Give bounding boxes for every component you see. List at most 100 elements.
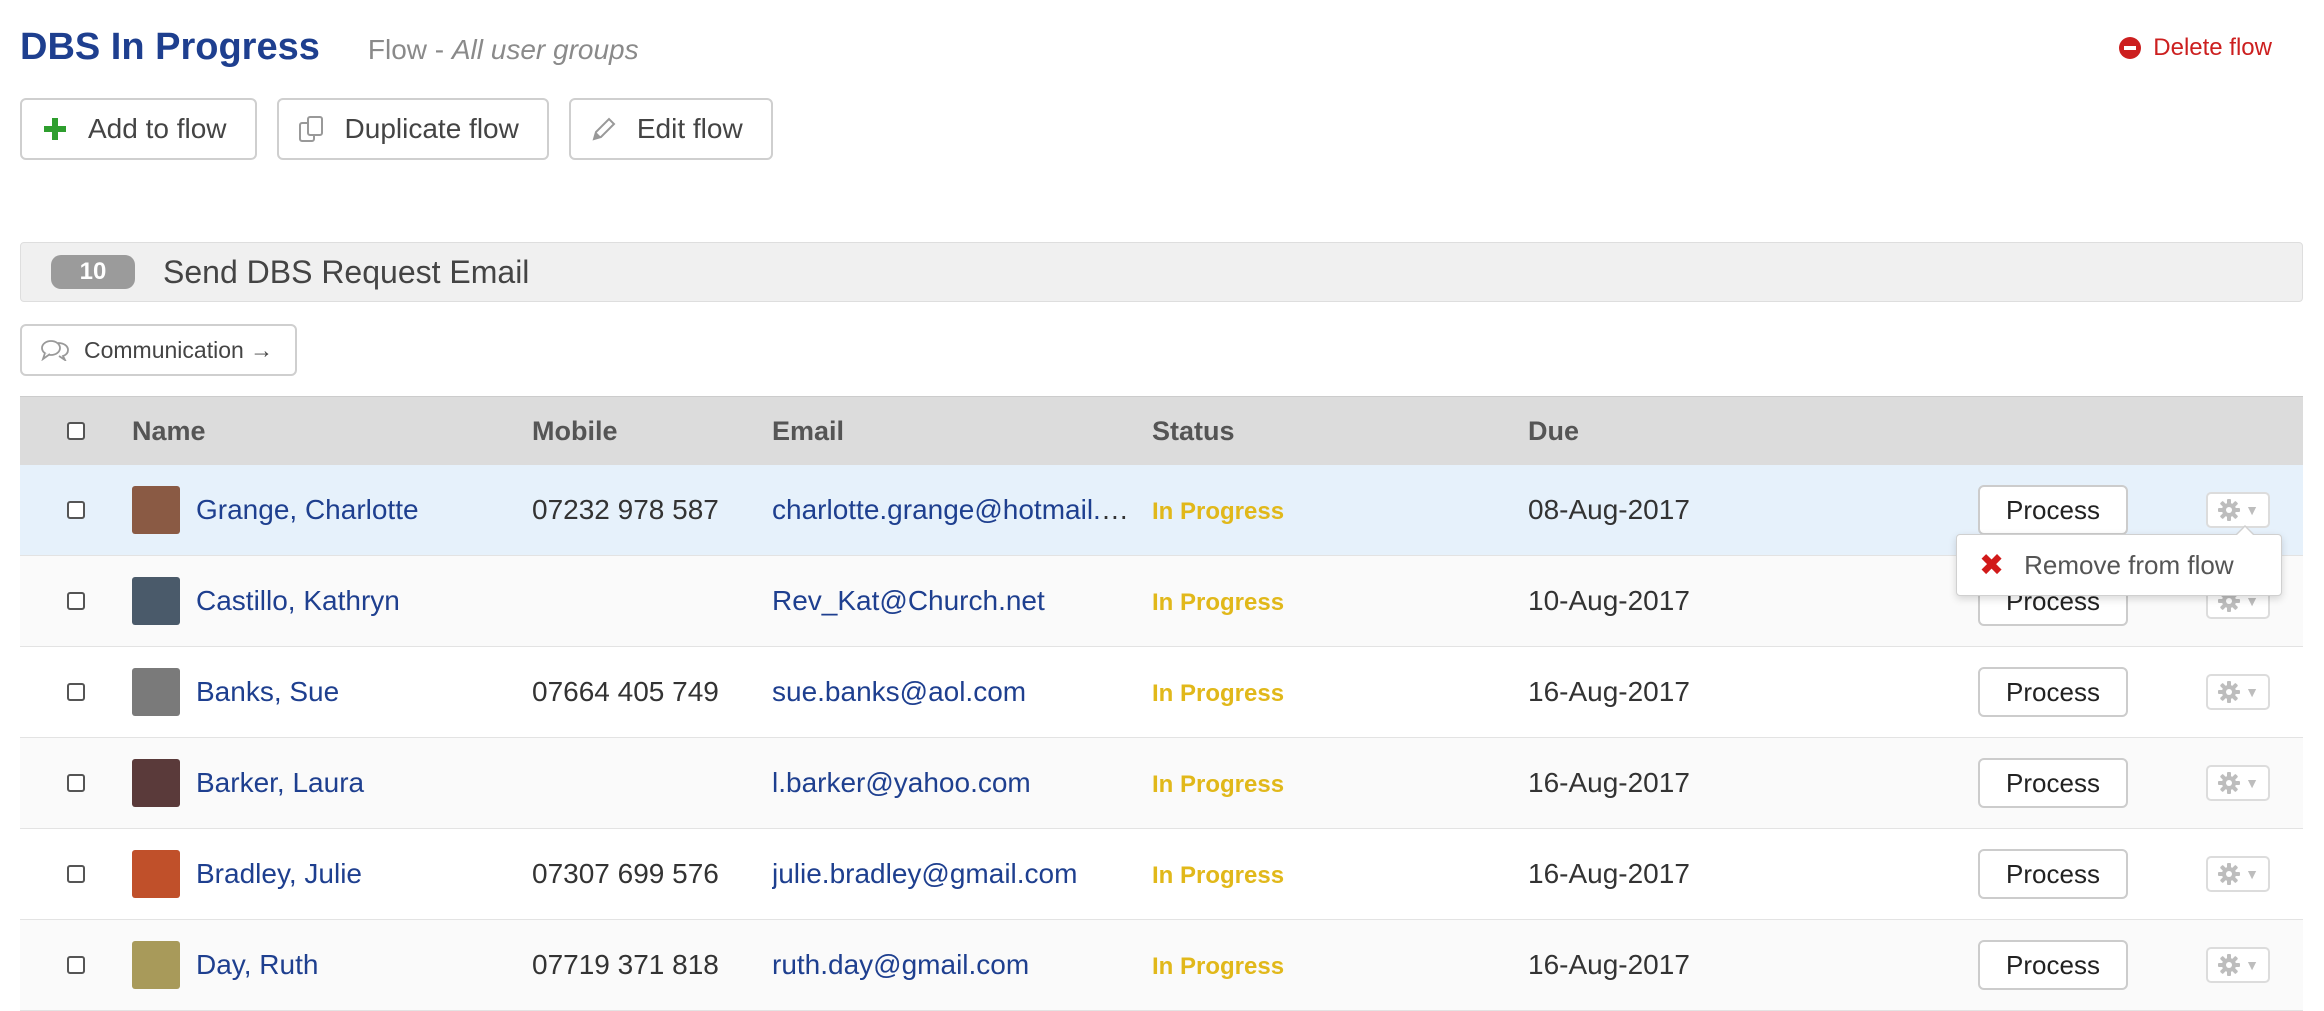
row-actions-dropdown[interactable]: ▼ — [2206, 856, 2270, 892]
person-name-link[interactable]: Barker, Laura — [196, 767, 364, 799]
delete-flow-link[interactable]: Delete flow — [2119, 34, 2272, 62]
process-cell: Process — [1978, 940, 2188, 990]
select-all-cell — [20, 422, 132, 440]
delete-flow-label: Delete flow — [2153, 34, 2272, 61]
column-header-mobile[interactable]: Mobile — [532, 416, 772, 447]
remove-from-flow-menu-item[interactable]: ✖ Remove from flow — [1956, 525, 2282, 596]
pencil-icon — [589, 114, 619, 144]
email-link[interactable]: sue.banks@aol.com — [772, 676, 1026, 707]
due-date-cell: 16-Aug-2017 — [1528, 767, 1690, 798]
chevron-down-icon: ▼ — [2245, 957, 2259, 973]
person-name-link[interactable]: Grange, Charlotte — [196, 494, 419, 526]
name-cell: Day, Ruth — [132, 941, 532, 989]
status-cell: In Progress — [1152, 676, 1528, 708]
status-badge: In Progress — [1152, 498, 1285, 525]
step-title: Send DBS Request Email — [163, 253, 530, 290]
row-select-cell — [20, 956, 132, 974]
chevron-down-icon: ▼ — [2245, 866, 2259, 882]
process-button[interactable]: Process — [1978, 758, 2128, 808]
edit-flow-button[interactable]: Edit flow — [568, 98, 773, 160]
row-actions-cell: ▼ — [2188, 765, 2288, 801]
minus-circle-icon — [2119, 37, 2142, 59]
select-all-checkbox[interactable] — [67, 422, 85, 440]
process-cell: Process — [1978, 667, 2188, 717]
person-name-link[interactable]: Banks, Sue — [196, 676, 339, 708]
add-to-flow-label: Add to flow — [88, 113, 227, 144]
row-checkbox[interactable] — [67, 501, 85, 519]
row-checkbox[interactable] — [67, 956, 85, 974]
process-button[interactable]: Process — [1978, 667, 2128, 717]
email-link[interactable]: ruth.day@gmail.com — [772, 949, 1029, 980]
row-checkbox[interactable] — [67, 774, 85, 792]
email-cell: l.barker@yahoo.com — [772, 767, 1152, 799]
gear-icon — [2218, 681, 2241, 703]
process-cell: Process — [1978, 849, 2188, 899]
table-row: Barker, Laura l.barker@yahoo.com In Prog… — [20, 738, 2303, 829]
name-cell: Grange, Charlotte — [132, 486, 532, 534]
plus-icon — [40, 114, 70, 144]
duplicate-icon — [297, 114, 327, 144]
name-cell: Castillo, Kathryn — [132, 577, 532, 625]
add-to-flow-button[interactable]: Add to flow — [20, 98, 257, 160]
status-badge: In Progress — [1152, 953, 1285, 980]
row-actions-dropdown[interactable]: ▼ — [2206, 947, 2270, 983]
mobile-cell: 07719 371 818 — [532, 949, 719, 980]
column-header-email[interactable]: Email — [772, 416, 1152, 447]
status-cell: In Progress — [1152, 494, 1528, 526]
step-count-badge: 10 — [51, 255, 135, 289]
row-actions-cell: ▼ — [2188, 856, 2288, 892]
row-select-cell — [20, 683, 132, 701]
column-header-name[interactable]: Name — [132, 416, 532, 447]
avatar — [132, 486, 180, 534]
communication-label: Communication → — [84, 336, 274, 363]
row-select-cell — [20, 592, 132, 610]
avatar — [132, 668, 180, 716]
process-cell: Process — [1978, 758, 2188, 808]
row-actions-dropdown[interactable]: ▼ — [2206, 492, 2270, 528]
process-button[interactable]: Process — [1978, 849, 2128, 899]
row-checkbox[interactable] — [67, 592, 85, 610]
row-actions-cell: ▼ — [2188, 492, 2288, 528]
column-header-status[interactable]: Status — [1152, 416, 1528, 447]
row-actions-dropdown[interactable]: ▼ — [2206, 765, 2270, 801]
gear-icon — [2218, 772, 2241, 794]
mobile-cell: 07664 405 749 — [532, 676, 719, 707]
status-badge: In Progress — [1152, 680, 1285, 707]
person-name-link[interactable]: Castillo, Kathryn — [196, 585, 400, 617]
row-actions-dropdown[interactable]: ▼ — [2206, 674, 2270, 710]
chevron-down-icon: ▼ — [2245, 775, 2259, 791]
email-cell: ruth.day@gmail.com — [772, 949, 1152, 981]
flow-actions: Add to flow Duplicate flow Edit flow — [20, 98, 773, 160]
name-cell: Banks, Sue — [132, 668, 532, 716]
chevron-down-icon: ▼ — [2245, 684, 2259, 700]
row-checkbox[interactable] — [67, 683, 85, 701]
status-badge: In Progress — [1152, 589, 1285, 616]
page-subtitle: Flow - All user groups — [368, 34, 639, 66]
email-link[interactable]: l.barker@yahoo.com — [772, 767, 1031, 798]
step-header: 10 Send DBS Request Email — [20, 242, 2303, 302]
speech-bubbles-icon — [40, 339, 70, 361]
communication-button[interactable]: Communication → — [20, 324, 298, 376]
mobile-cell: 07232 978 587 — [532, 494, 719, 525]
gear-icon — [2218, 863, 2241, 885]
process-button[interactable]: Process — [1978, 940, 2128, 990]
row-actions-cell: ▼ — [2188, 674, 2288, 710]
email-link[interactable]: charlotte.grange@hotmail.com — [772, 494, 1152, 525]
column-header-due[interactable]: Due — [1528, 416, 1978, 447]
row-checkbox[interactable] — [67, 865, 85, 883]
gear-icon — [2218, 954, 2241, 976]
name-cell: Barker, Laura — [132, 759, 532, 807]
name-cell: Bradley, Julie — [132, 850, 532, 898]
process-button[interactable]: Process — [1978, 485, 2128, 535]
email-link[interactable]: julie.bradley@gmail.com — [772, 858, 1077, 889]
due-date-cell: 16-Aug-2017 — [1528, 676, 1690, 707]
person-name-link[interactable]: Day, Ruth — [196, 949, 318, 981]
page-title: DBS In Progress — [20, 26, 320, 68]
status-cell: In Progress — [1152, 585, 1528, 617]
status-cell: In Progress — [1152, 767, 1528, 799]
email-link[interactable]: Rev_Kat@Church.net — [772, 585, 1045, 616]
remove-from-flow-label: Remove from flow — [2024, 549, 2234, 580]
person-name-link[interactable]: Bradley, Julie — [196, 858, 362, 890]
edit-flow-label: Edit flow — [636, 113, 743, 144]
duplicate-flow-button[interactable]: Duplicate flow — [276, 98, 549, 160]
